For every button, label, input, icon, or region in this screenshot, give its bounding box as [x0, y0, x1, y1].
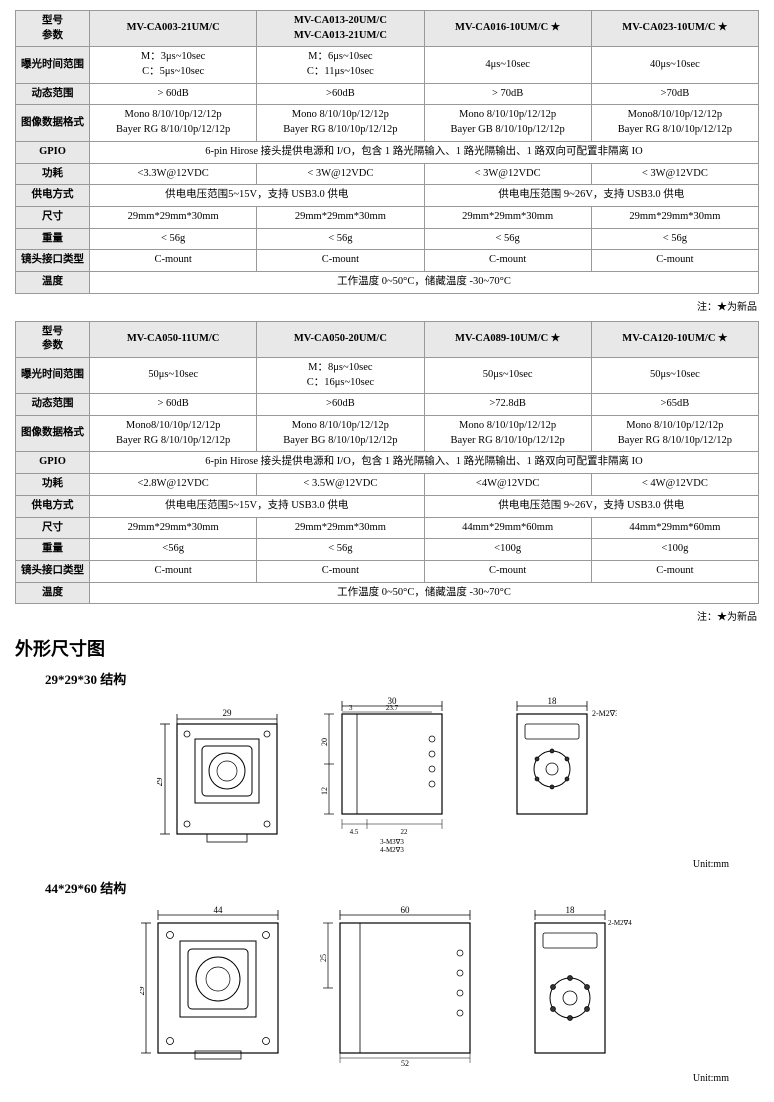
svg-text:3-M3∇3: 3-M3∇3 [380, 838, 404, 846]
front-view-44: 44 29 [140, 903, 300, 1068]
side-view-29: 30 3 23.7 20 12 4.5 22 3-M3∇3 4-M2∇3 [317, 694, 477, 854]
diagram-29x29x30: 29 29 30 3 23.7 [15, 694, 759, 854]
table-row: 尺寸 29mm*29mm*30mm 29mm*29mm*30mm 44mm*29… [16, 517, 759, 539]
svg-text:18: 18 [548, 696, 558, 706]
right-view-44: 18 2-M2∇4 [515, 903, 635, 1068]
svg-text:60: 60 [400, 905, 410, 915]
col2-header-ca120: MV-CA120-10UM/C ★ [591, 321, 758, 357]
table1-note: 注：★为新品 [15, 298, 759, 313]
svg-text:23.7: 23.7 [386, 704, 399, 712]
side-view-44: 60 25 52 4-M3∇3.5 [320, 903, 495, 1068]
svg-text:18: 18 [565, 905, 575, 915]
table-row: 动态范围 > 60dB >60dB >72.8dB >65dB [16, 394, 759, 416]
table-row: 功耗 <3.3W@12VDC < 3W@12VDC < 3W@12VDC < 3… [16, 163, 759, 185]
svg-text:20: 20 [320, 738, 329, 746]
col-header-ca013: MV-CA013-20UM/CMV-CA013-21UM/C [257, 11, 424, 47]
col2-header-ca089: MV-CA089-10UM/C ★ [424, 321, 591, 357]
table-row: 曝光时间范围 50μs~10sec M：8μs~10secC：16μs~10se… [16, 358, 759, 394]
front-view-29: 29 29 [157, 704, 297, 854]
table-row: 镜头接口类型 C-mount C-mount C-mount C-mount [16, 250, 759, 272]
unit-label-1: Unit:mm [15, 859, 729, 870]
table-row: 供电方式 供电电压范围5~15V，支持 USB3.0 供电 供电电压范围 9~2… [16, 495, 759, 517]
col-header-ca023: MV-CA023-10UM/C ★ [591, 11, 758, 47]
svg-text:25: 25 [320, 954, 328, 962]
col-header-param: 型号参数 [16, 11, 90, 47]
right-view-29: 18 2-M2∇3 [497, 694, 617, 854]
svg-text:12: 12 [320, 787, 329, 795]
svg-text:4.5: 4.5 [350, 828, 359, 836]
table-row: 动态范围 > 60dB >60dB > 70dB >70dB [16, 83, 759, 105]
unit-label-2: Unit:mm [15, 1073, 729, 1084]
table-row: 图像数据格式 Mono 8/10/10p/12/12pBayer RG 8/10… [16, 105, 759, 141]
svg-text:52: 52 [401, 1059, 409, 1068]
table-row: 温度 工作温度 0~50°C，储藏温度 -30~70°C [16, 271, 759, 293]
sub-title-2: 44*29*60 结构 [45, 878, 759, 897]
table-row: GPIO 6-pin Hirose 接头提供电源和 I/O，包含 1 路光隔输入… [16, 141, 759, 163]
table-row: 重量 < 56g < 56g < 56g < 56g [16, 228, 759, 250]
col2-header-ca050-20: MV-CA050-20UM/C [257, 321, 424, 357]
diagram-44x29x60: 44 29 60 [15, 903, 759, 1068]
svg-text:29: 29 [157, 777, 164, 787]
svg-text:4-M2∇3: 4-M2∇3 [380, 846, 404, 854]
svg-text:2-M2∇3: 2-M2∇3 [592, 709, 617, 718]
svg-text:29: 29 [140, 986, 146, 996]
col-header-ca003: MV-CA003-21UM/C [90, 11, 257, 47]
svg-text:2-M2∇4: 2-M2∇4 [608, 919, 632, 927]
table-row: 曝光时间范围 M：3μs~10secC：5μs~10sec M：6μs~10se… [16, 47, 759, 83]
table-row: 图像数据格式 Mono8/10/10p/12/12pBayer RG 8/10/… [16, 416, 759, 452]
svg-text:44: 44 [213, 905, 223, 915]
svg-text:3: 3 [349, 704, 353, 712]
section-title: 外形尺寸图 [15, 635, 759, 661]
sub-title-1: 29*29*30 结构 [45, 669, 759, 688]
table-row: 重量 <56g < 56g <100g <100g [16, 539, 759, 561]
table-row: 温度 工作温度 0~50°C，储藏温度 -30~70°C [16, 582, 759, 604]
spec-table-1: 型号参数 MV-CA003-21UM/C MV-CA013-20UM/CMV-C… [15, 10, 759, 294]
table-row: GPIO 6-pin Hirose 接头提供电源和 I/O，包含 1 路光隔输入… [16, 452, 759, 474]
col-header-ca016: MV-CA016-10UM/C ★ [424, 11, 591, 47]
col2-header-param: 型号参数 [16, 321, 90, 357]
table-row: 尺寸 29mm*29mm*30mm 29mm*29mm*30mm 29mm*29… [16, 206, 759, 228]
col2-header-ca050-11: MV-CA050-11UM/C [90, 321, 257, 357]
table-row: 镜头接口类型 C-mount C-mount C-mount C-mount [16, 560, 759, 582]
table-row: 功耗 <2.8W@12VDC < 3.5W@12VDC <4W@12VDC < … [16, 474, 759, 496]
table2-note: 注：★为新品 [15, 608, 759, 623]
table-row: 供电方式 供电电压范围5~15V，支持 USB3.0 供电 供电电压范围 9~2… [16, 185, 759, 207]
svg-text:29: 29 [223, 708, 233, 718]
svg-text:22: 22 [401, 828, 409, 836]
spec-table-2: 型号参数 MV-CA050-11UM/C MV-CA050-20UM/C MV-… [15, 321, 759, 605]
